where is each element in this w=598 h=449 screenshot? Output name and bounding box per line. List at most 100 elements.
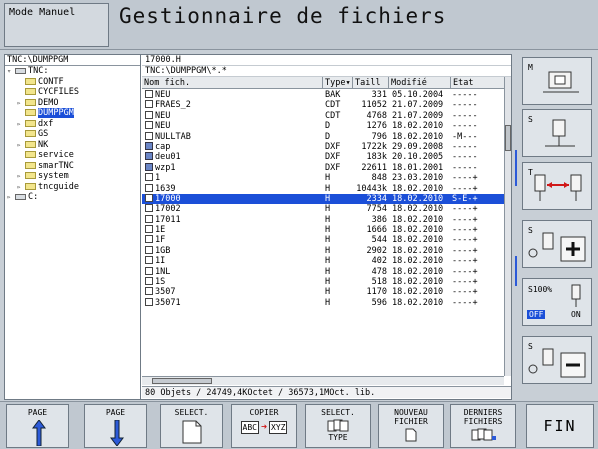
- s-function-button[interactable]: S: [522, 109, 592, 157]
- tree-item[interactable]: ▹ C:: [5, 192, 140, 203]
- tree-item[interactable]: ▹ dxf: [5, 119, 140, 130]
- tree-item[interactable]: CYCFILES: [5, 87, 140, 98]
- spindle-plus-button[interactable]: S: [522, 220, 592, 268]
- file-icon: [145, 214, 153, 223]
- file-modified-cell: 18.02.2010: [392, 277, 444, 288]
- file-modified-cell: 18.01.2001: [392, 162, 444, 173]
- file-list-panel: 17000.H TNC:\DUMPPGM\*.* Nom fich. Type▾…: [142, 55, 511, 399]
- horizontal-scroll-thumb[interactable]: [152, 378, 212, 384]
- fin-softkey[interactable]: FIN: [526, 404, 594, 448]
- directory-tree: TNC:\DUMPPGM ▿ TNC: CONTF CYCFILES ▹ DEMO DUMP…: [5, 55, 141, 399]
- file-modified-cell: 18.02.2010: [392, 235, 444, 246]
- file-row[interactable]: NEU D 1276 18.02.2010 -----: [142, 121, 504, 131]
- file-row[interactable]: NEU BAK 331 05.10.2004 -----: [142, 90, 504, 100]
- file-name: 1I: [155, 256, 166, 267]
- copy-softkey[interactable]: COPIER ABC ➜ XYZ: [231, 404, 297, 448]
- expand-arrow-icon[interactable]: ▹: [17, 182, 25, 193]
- file-state-cell: -----: [452, 90, 478, 100]
- file-modified-cell: 20.10.2005: [392, 152, 444, 163]
- file-row[interactable]: 35071 H 596 18.02.2010 ----+: [142, 297, 504, 308]
- file-state-cell: ----+: [452, 235, 478, 246]
- file-row[interactable]: 1I H 402 18.02.2010 ----+: [142, 256, 504, 266]
- file-row[interactable]: 1GB H 2902 18.02.2010 ----+: [142, 245, 504, 256]
- last-files-softkey[interactable]: DERNIERS FICHIERS: [450, 404, 516, 448]
- page-down-softkey[interactable]: PAGE: [84, 404, 147, 448]
- tree-item[interactable]: service: [5, 150, 140, 161]
- last-files-label-2: FICHIERS: [463, 417, 503, 426]
- spindle-minus-button[interactable]: S: [522, 336, 592, 384]
- tree-item[interactable]: ▹ tncguide: [5, 182, 140, 193]
- col-name[interactable]: Nom fich.: [142, 77, 323, 88]
- file-type-cell: H: [325, 277, 331, 288]
- page-up-label: PAGE: [27, 408, 48, 417]
- expand-arrow-icon[interactable]: ▹: [7, 192, 15, 203]
- folder-icon: [25, 140, 36, 148]
- horizontal-scrollbar[interactable]: [142, 376, 504, 385]
- file-name-cell: 3507: [142, 287, 323, 297]
- file-row[interactable]: FRAES_2 CDT 11052 21.07.2009 -----: [142, 100, 504, 110]
- vertical-scroll-thumb[interactable]: [505, 125, 511, 151]
- s-label: S: [528, 115, 533, 124]
- file-type-cell: H: [325, 297, 331, 308]
- col-type[interactable]: Type▾: [323, 77, 353, 88]
- page-up-softkey[interactable]: PAGE: [6, 404, 69, 448]
- expand-arrow-icon[interactable]: ▿: [7, 66, 15, 77]
- file-row[interactable]: 1E H 1666 18.02.2010 ----+: [142, 225, 504, 235]
- file-icon: [145, 90, 153, 98]
- file-row[interactable]: wzp1 DXF 22611 18.01.2001 -----: [142, 162, 504, 173]
- file-name-cell: 1F: [142, 235, 323, 245]
- file-row[interactable]: 17011 H 386 18.02.2010 ----+: [142, 214, 504, 225]
- tree-item[interactable]: ▹ system: [5, 171, 140, 182]
- file-row[interactable]: 1 H 848 23.03.2010 ----+: [142, 173, 504, 183]
- file-size-cell: 518: [371, 277, 387, 288]
- select-softkey[interactable]: SELECT.: [160, 404, 223, 448]
- file-row[interactable]: 1F H 544 18.02.2010 ----+: [142, 235, 504, 245]
- new-file-label-2: FICHIER: [394, 417, 428, 426]
- spindle-override-button[interactable]: S100% OFF ON: [522, 278, 592, 326]
- file-row[interactable]: 17002 H 7754 18.02.2010 ----+: [142, 204, 504, 214]
- col-state[interactable]: Etat: [451, 77, 494, 88]
- file-row[interactable]: 3507 H 1170 18.02.2010 ----+: [142, 287, 504, 297]
- file-row[interactable]: NULLTAB D 796 18.02.2010 -M---: [142, 131, 504, 142]
- file-row[interactable]: NEU CDT 4768 21.07.2009 -----: [142, 110, 504, 121]
- col-modified[interactable]: Modifié: [389, 77, 451, 88]
- tree-item-label: system: [38, 171, 69, 181]
- tree-item[interactable]: GS: [5, 129, 140, 140]
- vertical-scrollbar[interactable]: [504, 77, 511, 376]
- file-name-cell: NEU: [142, 121, 323, 131]
- tree-item[interactable]: ▿ TNC:: [5, 66, 140, 77]
- m-function-button[interactable]: M: [522, 57, 592, 105]
- file-row[interactable]: cap DXF 1722k 29.09.2008 -----: [142, 141, 504, 152]
- col-size[interactable]: Taill: [353, 77, 389, 88]
- tree-item-label: NK: [38, 139, 49, 150]
- file-name: 1F: [155, 235, 166, 246]
- tool-change-icon: [534, 174, 582, 201]
- expand-arrow-icon[interactable]: ▹: [17, 171, 25, 182]
- file-name: wzp1: [155, 162, 176, 173]
- file-row[interactable]: 1S H 518 18.02.2010 ----+: [142, 277, 504, 287]
- tree-item[interactable]: smarTNC: [5, 161, 140, 172]
- file-name: 1E: [155, 225, 166, 236]
- select-type-softkey[interactable]: SELECT. TYPE: [305, 404, 371, 448]
- file-row[interactable]: 1639 H 10443k 18.02.2010 ----+: [142, 183, 504, 194]
- file-row[interactable]: 1NL H 478 18.02.2010 ----+: [142, 266, 504, 277]
- file-row[interactable]: 17000 H 2334 18.02.2010 S-E-+: [142, 193, 504, 205]
- file-row[interactable]: deu01 DXF 183k 20.10.2005 -----: [142, 152, 504, 162]
- tree-item[interactable]: ▹ DEMO: [5, 98, 140, 109]
- new-file-softkey[interactable]: NOUVEAU FICHIER: [378, 404, 444, 448]
- file-state-cell: ----+: [452, 183, 478, 194]
- expand-arrow-icon[interactable]: ▹: [17, 119, 25, 130]
- file-icon: [145, 225, 153, 234]
- last-files-label: DERNIERS: [463, 408, 503, 417]
- file-state-cell: -M---: [452, 131, 478, 142]
- file-state-cell: ----+: [452, 266, 478, 277]
- tree-item[interactable]: DUMPPGM: [5, 108, 140, 119]
- expand-arrow-icon[interactable]: ▹: [17, 140, 25, 151]
- file-size-cell: 331: [371, 90, 387, 100]
- t-function-button[interactable]: T: [522, 162, 592, 210]
- tree-item[interactable]: ▹ NK: [5, 140, 140, 151]
- file-name-cell: cap: [142, 141, 323, 152]
- tree-item[interactable]: CONTF: [5, 77, 140, 88]
- file-type-cell: H: [325, 183, 331, 194]
- expand-arrow-icon[interactable]: ▹: [17, 98, 25, 109]
